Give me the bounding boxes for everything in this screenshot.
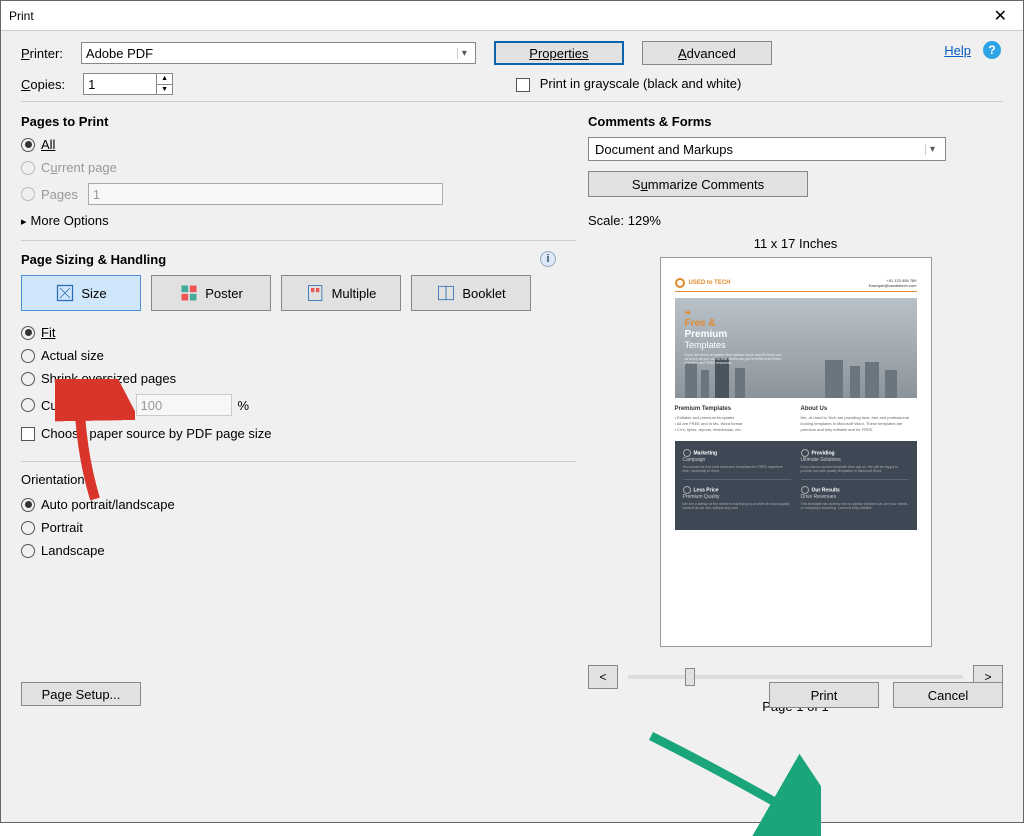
comments-forms-value: Document and Markups (595, 142, 733, 157)
properties-button[interactable]: Properties (494, 41, 624, 65)
chevron-down-icon[interactable]: ▾ (925, 144, 939, 155)
poster-icon (179, 283, 199, 303)
orientation-portrait-radio[interactable] (21, 521, 35, 535)
cancel-button[interactable]: Cancel (893, 682, 1003, 708)
summarize-comments-button[interactable]: Summarize Comments (588, 171, 808, 197)
orientation-title: Orientation: (21, 472, 576, 487)
chevron-down-icon[interactable]: ▾ (457, 48, 471, 59)
multiple-button[interactable]: Multiple (281, 275, 401, 311)
pages-range-radio (21, 187, 35, 201)
close-icon[interactable]: ✕ (986, 4, 1015, 28)
pages-range-label: Pages (41, 187, 78, 202)
comments-forms-title: Comments & Forms (588, 114, 1003, 129)
preview-brand: USED to TECH (689, 280, 731, 286)
custom-scale-radio[interactable] (21, 398, 35, 412)
pages-to-print-title: Pages to Print (21, 114, 576, 129)
pages-range-input (88, 183, 443, 205)
poster-button[interactable]: Poster (151, 275, 271, 311)
percent-label: % (238, 398, 250, 413)
advanced-button[interactable]: Advanced (642, 41, 772, 65)
pages-all-radio[interactable] (21, 138, 35, 152)
window-title: Print (9, 9, 34, 23)
orientation-portrait-label: Portrait (41, 520, 83, 535)
pages-current-radio (21, 161, 35, 175)
pages-current-label: Current page (41, 160, 117, 175)
pages-all-label: All (41, 137, 55, 152)
printer-value: Adobe PDF (86, 46, 153, 61)
orientation-landscape-label: Landscape (41, 543, 105, 558)
copies-up[interactable]: ▲ (157, 74, 172, 85)
grayscale-label: Print in grayscale (black and white) (540, 76, 742, 91)
print-button[interactable]: Print (769, 682, 879, 708)
orientation-auto-label: Auto portrait/landscape (41, 497, 175, 512)
annotation-arrow-green (641, 726, 821, 836)
dimensions-label: 11 x 17 Inches (588, 236, 1003, 251)
preview-pane: USED to TECH +01 123 456 789Example@used… (660, 257, 932, 647)
zoom-slider[interactable] (628, 675, 963, 679)
shrink-radio[interactable] (21, 372, 35, 386)
booklet-icon (436, 283, 456, 303)
preview-logo-icon (675, 278, 685, 288)
actual-label: Actual size (41, 348, 104, 363)
copies-down[interactable]: ▼ (157, 85, 172, 95)
fit-radio[interactable] (21, 326, 35, 340)
info-icon[interactable]: i (540, 251, 556, 267)
page-sizing-title: Page Sizing & Handling i (21, 251, 576, 267)
comments-forms-select[interactable]: Document and Markups ▾ (588, 137, 946, 161)
preview-contact: +01 123 456 789Example@usedtotech.com (869, 278, 917, 288)
grayscale-checkbox[interactable] (516, 78, 530, 92)
choose-source-label: Choose paper source by PDF page size (41, 426, 272, 441)
size-icon (55, 283, 75, 303)
printer-select[interactable]: Adobe PDF ▾ (81, 42, 476, 64)
multiple-icon (306, 283, 326, 303)
help-icon[interactable]: ? (983, 41, 1001, 59)
booklet-button[interactable]: Booklet (411, 275, 531, 311)
copies-field[interactable] (84, 74, 156, 94)
fit-label: Fit (41, 325, 55, 340)
shrink-label: Shrink oversized pages (41, 371, 176, 386)
help-link[interactable]: Help (944, 43, 971, 58)
orientation-landscape-radio[interactable] (21, 544, 35, 558)
choose-source-checkbox[interactable] (21, 427, 35, 441)
size-button[interactable]: Size (21, 275, 141, 311)
copies-label: Copies: (21, 77, 65, 92)
printer-label: Printer: (21, 46, 63, 61)
orientation-auto-radio[interactable] (21, 498, 35, 512)
page-setup-button[interactable]: Page Setup... (21, 682, 141, 706)
more-options-toggle[interactable]: More Options (21, 213, 576, 228)
custom-scale-input (136, 394, 232, 416)
actual-radio[interactable] (21, 349, 35, 363)
copies-input[interactable]: ▲ ▼ (83, 73, 173, 95)
scale-label: Scale: 129% (588, 213, 1003, 228)
custom-scale-label: Custom Scale: (41, 398, 126, 413)
